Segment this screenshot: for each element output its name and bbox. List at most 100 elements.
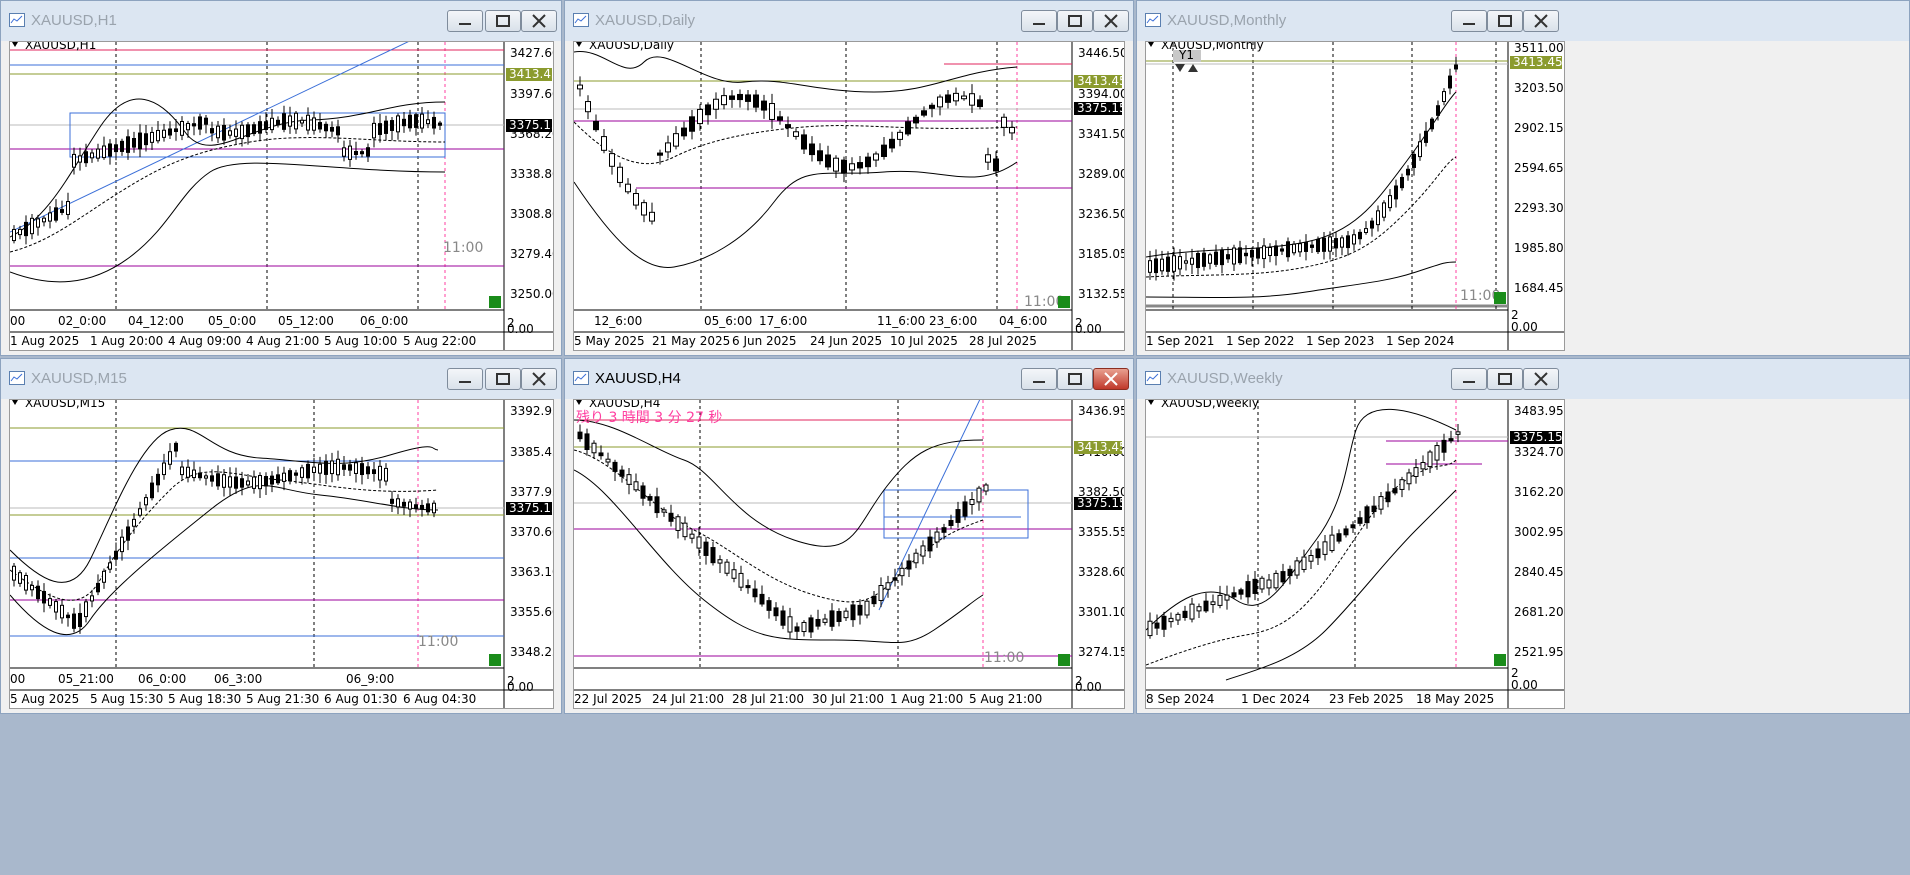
- svg-text:18 May 2025: 18 May 2025: [1416, 692, 1494, 706]
- candle: [1364, 506, 1370, 524]
- titlebar[interactable]: XAUUSD,M15: [1, 359, 561, 399]
- candle: [892, 577, 898, 581]
- arrow-down-icon[interactable]: [1175, 64, 1185, 72]
- chart-window-h1[interactable]: XAUUSD,H1 XAUUSD,H1 11:00 3427.60 3413.4…: [0, 0, 562, 356]
- dropdown-triangle-icon[interactable]: [576, 42, 582, 47]
- chart-window-monthly[interactable]: XAUUSD,Monthly XAUUSD,Monthly Y1 11:00 3…: [1136, 0, 1910, 356]
- candle: [78, 155, 82, 163]
- candle: [60, 209, 64, 213]
- arrow-up-icon[interactable]: [1188, 64, 1198, 72]
- dropdown-triangle-icon[interactable]: [12, 400, 18, 405]
- svg-text:6 Aug 04:30: 6 Aug 04:30: [403, 692, 476, 706]
- candle: [90, 152, 94, 159]
- candle: [793, 131, 799, 137]
- candle: [849, 163, 855, 171]
- titlebar[interactable]: XAUUSD,Weekly: [1137, 359, 1909, 399]
- candle: [426, 119, 430, 125]
- candle: [150, 482, 154, 499]
- candle: [906, 560, 912, 570]
- svg-text:1 Sep 2023: 1 Sep 2023: [1306, 334, 1374, 348]
- dropdown-triangle-icon[interactable]: [576, 400, 582, 405]
- candle: [180, 466, 184, 476]
- svg-text:30 Jul 21:00: 30 Jul 21:00: [812, 692, 884, 706]
- candle: [336, 458, 340, 476]
- candle: [785, 124, 791, 129]
- svg-text:5 Aug 2025: 5 Aug 2025: [10, 692, 79, 706]
- titlebar[interactable]: XAUUSD,Monthly: [1137, 1, 1909, 41]
- minimize-icon[interactable]: [1451, 368, 1487, 390]
- candle: [577, 84, 583, 90]
- maximize-icon[interactable]: [1057, 10, 1093, 32]
- svg-text:3397.60: 3397.60: [510, 87, 554, 101]
- candle: [609, 153, 615, 167]
- candle: [626, 474, 632, 485]
- titlebar[interactable]: XAUUSD,H4: [565, 359, 1133, 399]
- candle: [42, 590, 46, 604]
- svg-text:1684.45: 1684.45: [1514, 281, 1564, 295]
- candle: [897, 131, 903, 140]
- close-icon[interactable]: [1093, 368, 1129, 390]
- candle: [264, 476, 268, 487]
- close-icon[interactable]: [521, 368, 557, 390]
- svg-text:28 Jul 2025: 28 Jul 2025: [969, 334, 1037, 348]
- candle: [336, 126, 340, 136]
- svg-text:0.00: 0.00: [1511, 678, 1538, 692]
- dropdown-triangle-icon[interactable]: [1148, 42, 1154, 47]
- candle: [18, 228, 22, 236]
- candle: [366, 466, 370, 475]
- titlebar[interactable]: XAUUSD,H1: [1, 1, 561, 41]
- maximize-icon[interactable]: [1057, 368, 1093, 390]
- svg-text:3132.55: 3132.55: [1078, 287, 1125, 301]
- price-chart[interactable]: XAUUSD,M15 11:00 3392.95 3385.45 3377.95…: [9, 399, 554, 709]
- minimize-icon[interactable]: [447, 368, 483, 390]
- candle: [1322, 237, 1326, 252]
- close-icon[interactable]: [521, 10, 557, 32]
- chart-window-weekly[interactable]: XAUUSD,Weekly XAUUSD,Weekly 3483.95 3375…: [1136, 358, 1910, 714]
- candle: [240, 124, 244, 140]
- candle: [641, 202, 647, 216]
- price-chart[interactable]: XAUUSD,Weekly 3483.95 3375.15 3324.70 31…: [1145, 399, 1565, 709]
- candle: [12, 565, 16, 581]
- price-chart[interactable]: XAUUSD,Daily 11:00 3446.50 3413.45 3394.…: [573, 41, 1125, 351]
- candle: [168, 451, 172, 465]
- candle: [817, 150, 823, 162]
- dropdown-triangle-icon[interactable]: [1148, 400, 1154, 405]
- candle: [432, 116, 436, 129]
- svg-text:1 Sep 2021: 1 Sep 2021: [1146, 334, 1214, 348]
- candle: [759, 593, 765, 605]
- green-square-icon: [489, 296, 501, 308]
- minimize-icon[interactable]: [1021, 368, 1057, 390]
- candle: [1268, 246, 1272, 257]
- svg-text:3436.95: 3436.95: [1078, 404, 1125, 418]
- svg-text:5 Aug 15:30: 5 Aug 15:30: [90, 692, 163, 706]
- price-chart[interactable]: XAUUSD,H1 11:00 3427.60 3413.45 3397.60 …: [9, 41, 554, 351]
- minimize-icon[interactable]: [1021, 10, 1057, 32]
- candle: [1442, 91, 1446, 102]
- svg-text:0.00: 0.00: [1511, 320, 1538, 334]
- price-chart[interactable]: XAUUSD,Monthly Y1 11:00 3511.00 3413.45 …: [1145, 41, 1565, 351]
- price-chart[interactable]: XAUUSD,H4 残り 3 時間 3 分 27 秒 11:00 3436.95…: [573, 399, 1125, 709]
- y-axis: 3446.50 3413.45 3394.00 3375.15 3341.50 …: [1074, 46, 1125, 336]
- maximize-icon[interactable]: [485, 10, 521, 32]
- close-icon[interactable]: [1523, 10, 1559, 32]
- candle: [1274, 245, 1278, 257]
- minimize-icon[interactable]: [447, 10, 483, 32]
- candle: [809, 143, 815, 156]
- maximize-icon[interactable]: [1487, 368, 1523, 390]
- chart-window-h4[interactable]: XAUUSD,H4 XAUUSD,H4 残り 3 時間 3 分 27 秒 11:…: [564, 358, 1134, 714]
- dropdown-triangle-icon[interactable]: [12, 42, 18, 47]
- maximize-icon[interactable]: [1487, 10, 1523, 32]
- candle: [396, 498, 400, 508]
- candle: [929, 104, 935, 109]
- close-icon[interactable]: [1093, 10, 1129, 32]
- minimize-icon[interactable]: [1451, 10, 1487, 32]
- svg-text:3301.10: 3301.10: [1078, 605, 1125, 619]
- maximize-icon[interactable]: [485, 368, 521, 390]
- candle: [162, 462, 166, 476]
- svg-text:3375.15: 3375.15: [1513, 430, 1563, 444]
- titlebar[interactable]: XAUUSD,Daily: [565, 1, 1133, 41]
- time-label: 11:00: [984, 650, 1024, 666]
- close-icon[interactable]: [1523, 368, 1559, 390]
- chart-window-m15[interactable]: XAUUSD,M15 XAUUSD,M15 11:00 3392.95 3385…: [0, 358, 562, 714]
- chart-window-daily[interactable]: XAUUSD,Daily XAUUSD,Daily 11:00 3446.50 …: [564, 0, 1134, 356]
